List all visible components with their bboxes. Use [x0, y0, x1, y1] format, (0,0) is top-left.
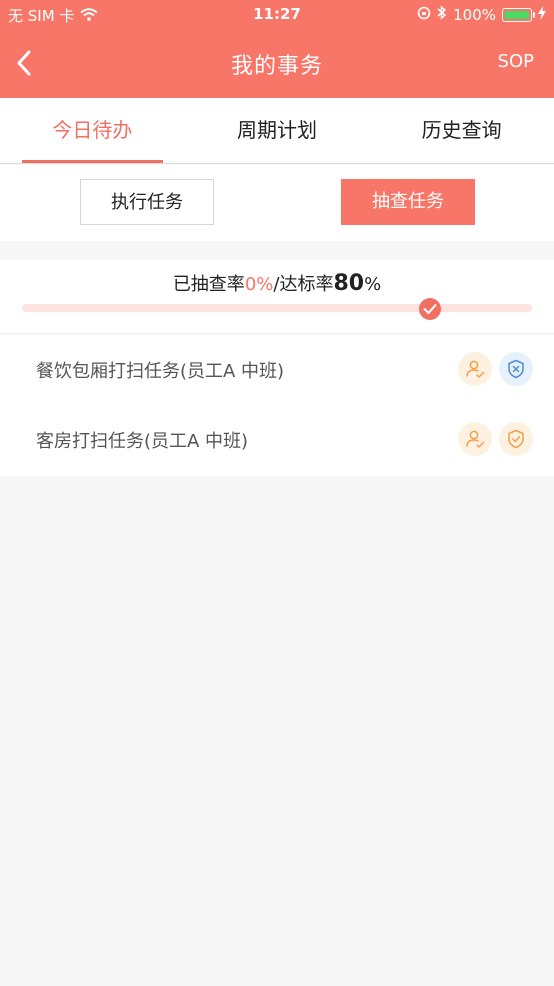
check-icon [423, 304, 437, 314]
nav-bar: 我的事务 SOP [0, 28, 554, 98]
tab-cycle-plan[interactable]: 周期计划 [185, 98, 370, 163]
user-check-icon [466, 430, 485, 448]
task-type-switch: 执行任务 抽查任务 [0, 165, 554, 241]
orientation-lock-icon [417, 6, 431, 24]
battery-icon [502, 7, 535, 22]
user-check-icon [466, 360, 485, 378]
page-title: 我的事务 [230, 54, 323, 79]
app-header: 无 SIM 卡 11:27 100% 我的事务 SOP [0, 0, 554, 98]
spot-check-task-button[interactable]: 抽查任务 [341, 179, 475, 225]
status-right: 100% [417, 5, 546, 24]
tab-bar: 今日待办 周期计划 历史查询 [0, 98, 554, 164]
execute-task-button[interactable]: 执行任务 [80, 179, 214, 225]
tab-today-todo[interactable]: 今日待办 [0, 98, 185, 163]
shield-x-icon [508, 359, 524, 379]
checked-rate-label: 已抽查率 [172, 274, 245, 295]
list-item[interactable]: 客房打扫任务(员工A 中班) [0, 405, 554, 475]
target-rate-unit: % [364, 274, 382, 295]
checked-rate-value: 0% [244, 274, 274, 295]
task-list: 餐饮包厢打扫任务(员工A 中班) 客房打扫任务(员工A 中班) [0, 335, 554, 476]
target-rate-label: 达标率 [279, 274, 334, 295]
battery-percent: 100% [453, 5, 496, 24]
rate-summary: 已抽查率0%/达标率80% [0, 270, 554, 296]
status-bar: 无 SIM 卡 11:27 100% [0, 0, 554, 28]
spot-check-progress: 已抽查率0%/达标率80% [0, 260, 554, 334]
target-marker [419, 298, 441, 320]
assignee-button[interactable] [458, 422, 492, 456]
target-rate-value: 80 [333, 271, 365, 296]
progress-track [22, 304, 532, 312]
sop-button[interactable]: SOP [498, 51, 534, 72]
task-name: 餐饮包厢打扫任务(员工A 中班) [36, 361, 285, 382]
shield-check-icon [508, 429, 524, 449]
bluetooth-icon [437, 5, 447, 24]
tab-history-query[interactable]: 历史查询 [369, 98, 554, 163]
assignee-button[interactable] [458, 352, 492, 386]
task-name: 客房打扫任务(员工A 中班) [36, 431, 249, 452]
inspection-status-button[interactable] [499, 422, 533, 456]
inspection-status-button[interactable] [499, 352, 533, 386]
charging-icon [538, 5, 546, 24]
list-item[interactable]: 餐饮包厢打扫任务(员工A 中班) [0, 335, 554, 405]
